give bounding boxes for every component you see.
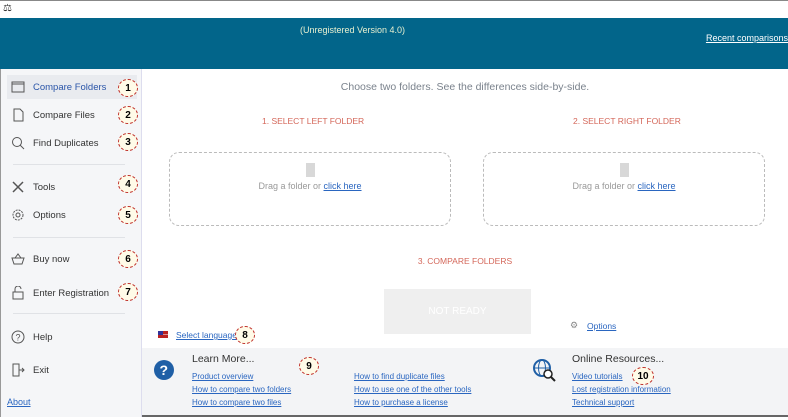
sidebar-item-label: Help	[33, 331, 53, 343]
step-right-label: 2. SELECT RIGHT FOLDER	[573, 116, 681, 126]
sidebar-item-help[interactable]: ? Help	[7, 325, 137, 349]
left-folder-dropzone[interactable]: Drag a folder or click here	[169, 152, 451, 226]
online-link[interactable]: Technical support	[572, 398, 634, 407]
app-icon: ⚖	[3, 3, 12, 14]
file-icon	[13, 108, 24, 122]
sidebar-item-tools[interactable]: Tools	[7, 175, 137, 199]
exit-icon	[12, 363, 25, 377]
divider	[13, 237, 125, 238]
annotation-badge: 5	[118, 206, 138, 224]
folder-icon	[619, 163, 629, 177]
search-icon	[12, 137, 25, 150]
annotation-badge: 6	[118, 250, 138, 268]
basket-icon	[11, 253, 25, 265]
online-resources-heading: Online Resources...	[572, 353, 665, 365]
gear-icon	[12, 209, 24, 221]
online-link[interactable]: Lost registration information	[572, 385, 671, 394]
sidebar-item-label: Buy now	[33, 253, 70, 265]
globe-search-icon	[533, 359, 556, 382]
annotation-badge: 1	[118, 79, 138, 97]
compare-button[interactable]: NOT READY	[384, 289, 531, 334]
sidebar-item-label: Find Duplicates	[33, 137, 99, 149]
gear-icon: ⚙	[570, 320, 579, 330]
help-icon: ?	[11, 330, 25, 344]
step-left-label: 1. SELECT LEFT FOLDER	[262, 116, 365, 126]
annotation-badge: 8	[235, 326, 255, 344]
tools-icon	[12, 181, 24, 193]
learn-link[interactable]: How to use one of the other tools	[354, 385, 471, 394]
select-language-link[interactable]: Select language	[176, 330, 237, 340]
right-click-here-link[interactable]: click here	[638, 181, 676, 191]
sidebar-item-label: Exit	[33, 364, 49, 376]
learn-link[interactable]: How to compare two files	[192, 398, 281, 407]
question-icon: ?	[154, 360, 174, 380]
folder-icon	[305, 163, 315, 177]
page-subtitle: Choose two folders. See the differences …	[340, 81, 590, 93]
sidebar-item-exit[interactable]: Exit	[7, 358, 137, 382]
learn-link[interactable]: How to compare two folders	[192, 385, 291, 394]
annotation-badge: 4	[118, 175, 138, 193]
drag-text: Drag a folder or	[258, 181, 321, 191]
learn-link[interactable]: How to find duplicate files	[354, 372, 445, 381]
recent-comparisons-link[interactable]: Recent comparisons	[706, 33, 788, 43]
us-flag-icon	[158, 331, 168, 338]
online-link[interactable]: Video tutorials	[572, 372, 623, 381]
unlock-icon	[12, 286, 24, 300]
sidebar-item-label: Options	[33, 209, 66, 221]
left-click-here-link[interactable]: click here	[324, 181, 362, 191]
about-link[interactable]: About	[7, 397, 31, 407]
options-link[interactable]: Options	[587, 321, 616, 331]
divider	[13, 313, 125, 314]
folder-icon	[11, 81, 25, 93]
sidebar-item-label: Compare Folders	[33, 81, 107, 93]
version-label: (Unregistered Version 4.0)	[300, 25, 406, 35]
sidebar-item-label: Enter Registration	[33, 287, 110, 299]
divider	[13, 164, 125, 165]
right-folder-dropzone[interactable]: Drag a folder or click here	[483, 152, 765, 226]
annotation-badge: 7	[118, 283, 138, 301]
svg-text:?: ?	[160, 362, 169, 378]
annotation-badge: 3	[118, 133, 138, 151]
svg-text:?: ?	[16, 333, 21, 343]
resources-panel: ? Learn More... 9 Product overview How t…	[142, 348, 788, 417]
title-bar: ⚖	[0, 0, 788, 18]
annotation-badge: 10	[632, 367, 654, 385]
drag-text: Drag a folder or	[572, 181, 635, 191]
sidebar-item-label: Compare Files	[33, 109, 95, 121]
annotation-badge: 9	[299, 357, 319, 375]
learn-link[interactable]: Product overview	[192, 372, 253, 381]
annotation-badge: 2	[118, 106, 138, 124]
sidebar-item-label: Tools	[33, 181, 56, 193]
learn-link[interactable]: How to purchase a license	[354, 398, 448, 407]
step-compare-label: 3. COMPARE FOLDERS	[417, 256, 513, 266]
learn-more-heading: Learn More...	[192, 353, 255, 365]
